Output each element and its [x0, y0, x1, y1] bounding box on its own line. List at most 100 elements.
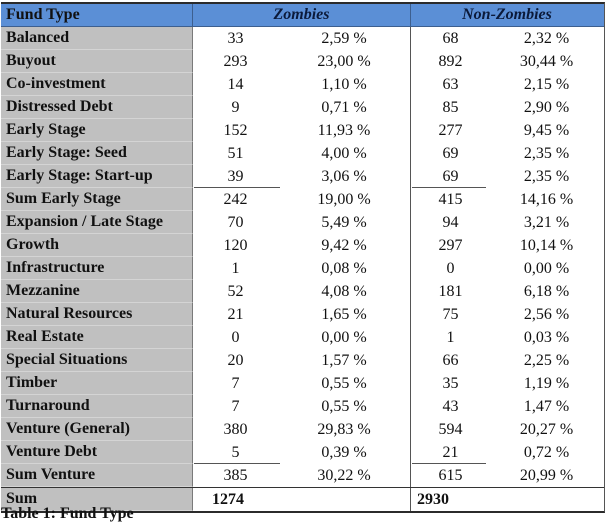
fund-type-label: Timber: [1, 372, 193, 395]
fund-type-label: Special Situations: [1, 349, 193, 372]
zombies-count: 5: [231, 443, 240, 461]
table-row: Timber 7 0,55 % 35 1,19 %: [1, 372, 604, 395]
zombies-count: 380: [223, 420, 248, 438]
zombies-count: 14: [227, 75, 244, 93]
zombies-count: 120: [223, 236, 248, 254]
zombies-count: 33: [227, 29, 244, 47]
fund-type-label: Co-investment: [1, 73, 193, 96]
sum-non-zombies-pct: [490, 488, 603, 511]
non-zombies-pct: 1,47 %: [523, 397, 570, 415]
fund-type-label: Early Stage: Seed: [1, 142, 193, 165]
zombies-count: 51: [227, 144, 244, 162]
fund-type-label: Balanced: [1, 27, 193, 50]
fund-type-label: Turnaround: [1, 395, 193, 418]
zombies-pct: 5,49 %: [278, 211, 411, 234]
zombies-pct: 4,00 %: [278, 142, 411, 165]
table-row: Special Situations 20 1,57 % 66 2,25 %: [1, 349, 604, 372]
zombies-count: 52: [227, 282, 244, 300]
zombies-pct: 1,10 %: [278, 73, 411, 96]
non-zombies-count: 75: [442, 305, 459, 323]
non-zombies-pct: 0,03 %: [523, 328, 570, 346]
non-zombies-pct: 3,21 %: [523, 213, 570, 231]
fund-type-label: Natural Resources: [1, 303, 193, 326]
non-zombies-count: 594: [438, 420, 463, 438]
non-zombies-count: 68: [442, 29, 459, 47]
non-zombies-count: 892: [438, 52, 463, 70]
zombies-count: 152: [223, 121, 248, 139]
non-zombies-pct: 2,35 %: [523, 144, 570, 162]
zombies-count: 385: [223, 466, 248, 484]
table-row: Early Stage: Start-up 39 3,06 % 69 2,35 %: [1, 165, 604, 188]
non-zombies-count: 69: [442, 167, 459, 185]
zombies-count: 9: [231, 98, 240, 116]
table-row: Mezzanine 52 4,08 % 181 6,18 %: [1, 280, 604, 303]
zombies-pct: 0,08 %: [278, 257, 411, 280]
zombies-pct: 0,00 %: [278, 326, 411, 349]
fund-type-label: Infrastructure: [1, 257, 193, 280]
zombies-count: 7: [231, 397, 240, 415]
zombies-pct: 0,55 %: [278, 372, 411, 395]
zombies-count: 0: [231, 328, 240, 346]
table-row: Early Stage 152 11,93 % 277 9,45 %: [1, 119, 604, 142]
sum-zombies-pct: [278, 488, 411, 511]
non-zombies-pct: 9,45 %: [523, 121, 570, 139]
zombies-count: 7: [231, 374, 240, 392]
non-zombies-pct: 2,32 %: [523, 29, 570, 47]
non-zombies-count: 69: [442, 144, 459, 162]
table-row: Infrastructure 1 0,08 % 0 0,00 %: [1, 257, 604, 280]
zombies-count: 242: [223, 190, 248, 208]
table-row: Turnaround 7 0,55 % 43 1,47 %: [1, 395, 604, 418]
zombies-pct: 29,83 %: [278, 418, 411, 441]
zombies-pct: 19,00 %: [278, 188, 411, 211]
table-caption: Table 1: Fund Type: [1, 505, 134, 522]
non-zombies-count: 181: [438, 282, 463, 300]
non-zombies-pct: 0,72 %: [523, 443, 570, 461]
non-zombies-pct: 20,99 %: [519, 466, 574, 484]
table-row: Growth 120 9,42 % 297 10,14 %: [1, 234, 604, 257]
zombies-pct: 1,57 %: [278, 349, 411, 372]
zombies-count: 70: [227, 213, 244, 231]
zombies-pct: 9,42 %: [278, 234, 411, 257]
table-header-row: Fund Type Zombies Non-Zombies: [1, 4, 604, 27]
fund-type-label: Early Stage: Start-up: [1, 165, 193, 188]
zombies-pct: 1,65 %: [278, 303, 411, 326]
fund-type-label: Real Estate: [1, 326, 193, 349]
zombies-pct: 11,93 %: [278, 119, 411, 142]
header-zombies: Zombies: [193, 4, 411, 26]
non-zombies-pct: 2,35 %: [523, 167, 570, 185]
table-row: Expansion / Late Stage 70 5,49 % 94 3,21 %: [1, 211, 604, 234]
table-row: Sum Early Stage 242 19,00 % 415 14,16 %: [1, 188, 604, 211]
table-row: Natural Resources 21 1,65 % 75 2,56 %: [1, 303, 604, 326]
fund-type-label: Expansion / Late Stage: [1, 211, 193, 234]
fund-type-label: Mezzanine: [1, 280, 193, 303]
zombies-pct: 2,59 %: [278, 27, 411, 50]
table-row: Co-investment 14 1,10 % 63 2,15 %: [1, 73, 604, 96]
non-zombies-count: 66: [442, 351, 459, 369]
table-row: Venture (General) 380 29,83 % 594 20,27 %: [1, 418, 604, 441]
non-zombies-pct: 14,16 %: [519, 190, 574, 208]
sum-zombies-count: 1274: [212, 490, 244, 508]
fund-type-label: Sum Venture: [1, 464, 193, 487]
zombies-count: 20: [227, 351, 244, 369]
non-zombies-pct: 2,15 %: [523, 75, 570, 93]
zombies-pct: 0,71 %: [278, 96, 411, 119]
non-zombies-pct: 2,25 %: [523, 351, 570, 369]
non-zombies-count: 0: [446, 259, 455, 277]
table-row: Buyout 293 23,00 % 892 30,44 %: [1, 50, 604, 73]
fund-type-label: Distressed Debt: [1, 96, 193, 119]
fund-type-label: Sum Early Stage: [1, 188, 193, 211]
zombies-count: 39: [227, 167, 244, 185]
non-zombies-pct: 10,14 %: [519, 236, 574, 254]
zombies-pct: 23,00 %: [278, 50, 411, 73]
zombies-pct: 4,08 %: [278, 280, 411, 303]
fund-type-table: Fund Type Zombies Non-Zombies Balanced 33…: [1, 2, 605, 513]
fund-type-label: Early Stage: [1, 119, 193, 142]
non-zombies-pct: 6,18 %: [523, 282, 570, 300]
non-zombies-count: 21: [442, 443, 459, 461]
non-zombies-count: 277: [438, 121, 463, 139]
non-zombies-pct: 2,56 %: [523, 305, 570, 323]
non-zombies-pct: 1,19 %: [523, 374, 570, 392]
zombies-pct: 30,22 %: [278, 464, 411, 487]
non-zombies-pct: 20,27 %: [519, 420, 574, 438]
fund-type-label: Buyout: [1, 50, 193, 73]
